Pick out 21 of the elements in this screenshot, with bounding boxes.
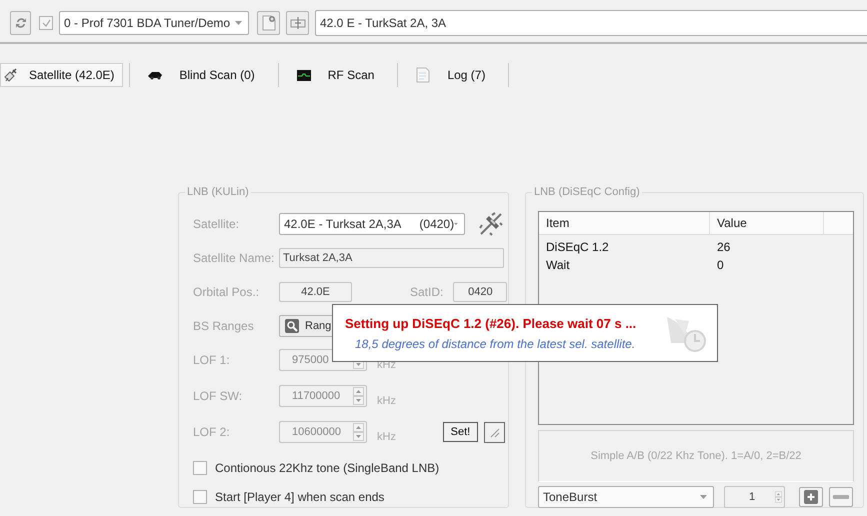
field-label: Orbital Pos.: [193,285,260,299]
info-text: Simple A/B (0/22 Khz Tone). 1=A/0, 2=B/22 [590,450,802,462]
table-cell-text: 26 [716,240,732,254]
checkbox-label: Contionous 22Khz tone (SingleBand LNB) [215,461,440,475]
field-label: LOF 1: [193,353,231,367]
table-cell-text: Wait [545,258,571,272]
field-label: LOF SW: [193,389,244,403]
notification-message: 18,5 degrees of distance from the latest sel. satellite. [354,336,636,350]
unit-label: kHz [377,395,396,407]
notification-title: Setting up DiSEqC 1.2 (#26). Please wait 07 s ... [345,316,636,330]
field-label: SatID: [410,285,444,299]
table-cell-text: DiSEqC 1.2 [545,240,610,254]
table-cell-text: 0 [716,258,725,272]
group-title: LNB (DiSEqC Config) [532,186,642,198]
field-label: LOF 2: [193,425,231,439]
unit-label: kHz [377,431,396,443]
field-label: Satellite Name: [193,251,276,265]
group-title: LNB (KULin) [185,186,251,198]
checkbox-label: Start [Player 4] when scan ends [215,490,384,504]
field-label: Satellite: [193,217,240,231]
field-label: BS Ranges [193,319,255,333]
